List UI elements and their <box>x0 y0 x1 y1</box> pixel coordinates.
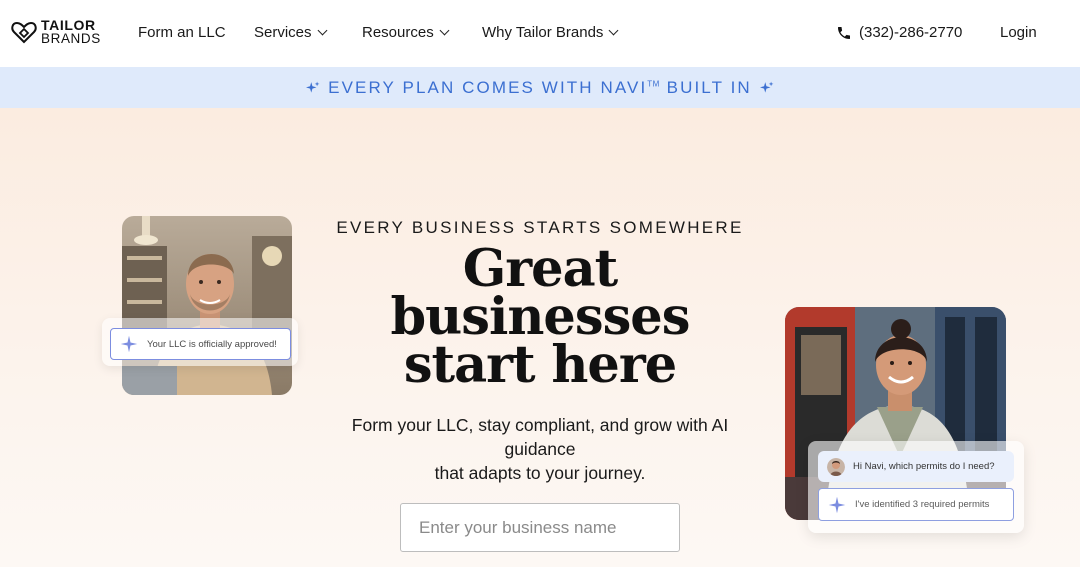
shop-owner-photo <box>122 216 292 395</box>
hero-subtext: Form your LLC, stay compliant, and grow … <box>345 413 735 485</box>
trademark-mark: TM <box>647 78 660 88</box>
nav-why-tailor-brands[interactable]: Why Tailor Brands <box>482 24 619 41</box>
subtext-line: Form your LLC, stay compliant, and grow … <box>351 415 729 459</box>
nav-resources[interactable]: Resources <box>362 24 450 41</box>
subtext-line: that adapts to your journey. <box>434 463 646 483</box>
chevron-down-icon <box>439 25 450 36</box>
approved-notification: Your LLC is officially approved! <box>110 328 291 360</box>
navi-chat-card: Hi Navi, which permits do I need? I've i… <box>808 441 1024 533</box>
business-name-input[interactable] <box>400 503 680 552</box>
banner-suffix-text: BUILT IN <box>659 77 752 97</box>
sparkle-icon <box>306 81 320 93</box>
headline-line: businesses <box>390 287 691 347</box>
phone-number: (332)-286-2770 <box>859 24 963 41</box>
nav-form-llc[interactable]: Form an LLC <box>138 24 226 41</box>
sparkle-icon <box>828 496 846 513</box>
avatar <box>827 457 845 476</box>
sparkle-icon <box>120 335 138 353</box>
nav-label: Services <box>254 24 312 41</box>
top-navigation: TAILOR BRANDS Form an LLC Services Resou… <box>0 0 1080 67</box>
chat-question-text: Hi Navi, which permits do I need? <box>853 461 995 472</box>
approved-message: Your LLC is officially approved! <box>147 338 277 350</box>
navi-chat-reply: I've identified 3 required permits <box>818 488 1014 521</box>
chevron-down-icon <box>608 25 619 36</box>
user-chat-message: Hi Navi, which permits do I need? <box>818 451 1014 482</box>
chevron-down-icon <box>317 25 327 36</box>
hero-eyebrow: EVERY BUSINESS STARTS SOMEWHERE <box>336 218 744 237</box>
headline-line: Great <box>462 239 618 299</box>
sparkle-icon <box>759 81 774 93</box>
banner-text: EVERY PLAN COMES WITH NAVITM BUILT IN <box>328 78 752 98</box>
hero-headline: Great businesses start here <box>340 239 740 395</box>
nav-label: Form an LLC <box>138 24 226 41</box>
nav-label: Resources <box>362 24 434 41</box>
phone-icon <box>838 26 850 39</box>
tailor-brands-logo[interactable]: TAILOR BRANDS <box>11 18 101 46</box>
headline-line: start here <box>403 335 677 395</box>
approved-notification-card: Your LLC is officially approved! <box>102 318 298 366</box>
promo-banner[interactable]: EVERY PLAN COMES WITH NAVITM BUILT IN <box>0 67 1080 108</box>
heart-logo-icon <box>11 21 37 44</box>
login-link[interactable]: Login <box>1000 24 1037 41</box>
chat-answer-text: I've identified 3 required permits <box>855 499 990 510</box>
nav-services[interactable]: Services <box>254 24 327 41</box>
nav-label: Why Tailor Brands <box>482 24 604 41</box>
phone-link[interactable]: (332)-286-2770 <box>836 24 962 41</box>
hero-section: Your LLC is officially approved! EVERY B… <box>0 108 1080 567</box>
logo-wordmark-bottom: BRANDS <box>41 31 101 46</box>
banner-main-text: EVERY PLAN COMES WITH NAVI <box>328 77 648 97</box>
